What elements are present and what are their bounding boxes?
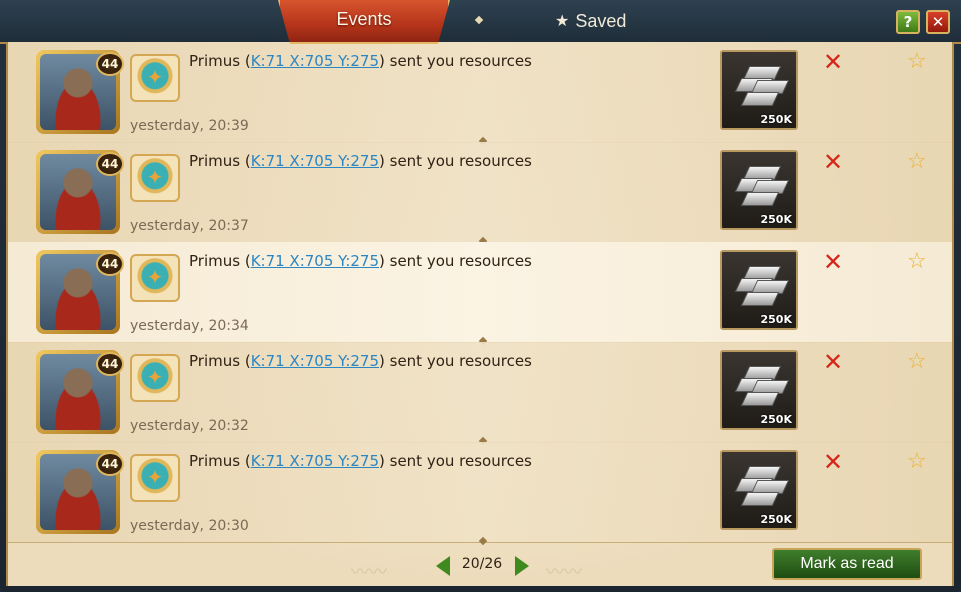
mark-as-read-button[interactable]: Mark as read: [772, 548, 922, 580]
ingot: [740, 92, 780, 106]
sender-name: Primus: [189, 352, 241, 370]
ingot: [740, 192, 780, 206]
coordinates-link[interactable]: K:71 X:705 Y:275: [251, 352, 379, 370]
coordinates-link[interactable]: K:71 X:705 Y:275: [251, 52, 379, 70]
eagle-icon: ✦: [146, 164, 164, 189]
page-indicator: 20/26: [461, 556, 503, 572]
silver-ingots-icon[interactable]: 250K: [720, 350, 798, 430]
eagle-icon: ✦: [146, 364, 164, 389]
star-outline-icon[interactable]: ☆: [907, 450, 927, 474]
message-text: ) sent you resources: [379, 152, 532, 170]
events-panel: 44 ✦ Primus (K:71 X:705 Y:275) sent you …: [6, 42, 954, 586]
silver-ingots-icon[interactable]: 250K: [720, 250, 798, 330]
coordinates-link[interactable]: K:71 X:705 Y:275: [251, 152, 379, 170]
event-row[interactable]: 44 ✦ Primus (K:71 X:705 Y:275) sent you …: [8, 142, 952, 246]
alliance-emblem-icon: ✦: [130, 254, 180, 302]
message-text: ) sent you resources: [379, 252, 532, 270]
message-text: ) sent you resources: [379, 352, 532, 370]
tab-saved-label: Saved: [575, 10, 627, 31]
ingot: [740, 392, 780, 406]
ingot: [740, 292, 780, 306]
event-time: yesterday, 20:32: [130, 418, 249, 434]
close-x-icon[interactable]: ✕: [823, 150, 843, 174]
help-icon: ?: [903, 13, 913, 31]
alliance-emblem-icon: ✦: [130, 454, 180, 502]
event-time: yesterday, 20:30: [130, 518, 249, 534]
close-x-icon[interactable]: ✕: [823, 350, 843, 374]
event-message: Primus (K:71 X:705 Y:275) sent you resou…: [189, 352, 532, 370]
sender-name: Primus: [189, 152, 241, 170]
star-outline-icon[interactable]: ☆: [907, 50, 927, 74]
ingot-stack: [734, 466, 790, 506]
close-x-icon[interactable]: ✕: [823, 450, 843, 474]
ingot: [740, 492, 780, 506]
eagle-icon: ✦: [146, 264, 164, 289]
mark-as-read-label: Mark as read: [800, 555, 894, 572]
close-button[interactable]: ✕: [926, 10, 950, 34]
resource-amount: 250K: [760, 313, 793, 326]
resource-amount: 250K: [760, 213, 793, 226]
sender-name: Primus: [189, 452, 241, 470]
event-row[interactable]: 44 ✦ Primus (K:71 X:705 Y:275) sent you …: [8, 442, 952, 546]
message-text: ) sent you resources: [379, 52, 532, 70]
decor-swirl-left: 〰〰: [351, 562, 387, 583]
ingot-stack: [734, 366, 790, 406]
event-row[interactable]: 44 ✦ Primus (K:71 X:705 Y:275) sent you …: [8, 342, 952, 446]
close-x-icon[interactable]: ✕: [823, 250, 843, 274]
ingot-stack: [734, 166, 790, 206]
sender-name: Primus: [189, 52, 241, 70]
tab-events[interactable]: Events: [278, 0, 450, 44]
star-icon: ★: [555, 13, 570, 30]
event-message: Primus (K:71 X:705 Y:275) sent you resou…: [189, 452, 532, 470]
event-message: Primus (K:71 X:705 Y:275) sent you resou…: [189, 252, 532, 270]
tab-events-label: Events: [336, 8, 392, 29]
level-badge: 44: [96, 452, 124, 476]
silver-ingots-icon[interactable]: 250K: [720, 150, 798, 230]
event-time: yesterday, 20:39: [130, 118, 249, 134]
event-row[interactable]: 44 ✦ Primus (K:71 X:705 Y:275) sent you …: [8, 42, 952, 146]
alliance-emblem-icon: ✦: [130, 154, 180, 202]
event-time: yesterday, 20:34: [130, 318, 249, 334]
event-message: Primus (K:71 X:705 Y:275) sent you resou…: [189, 52, 532, 70]
close-x-icon[interactable]: ✕: [823, 50, 843, 74]
resource-amount: 250K: [760, 413, 793, 426]
arrow-left-icon[interactable]: [436, 556, 450, 576]
resource-amount: 250K: [760, 513, 793, 526]
message-text: ) sent you resources: [379, 452, 532, 470]
silver-ingots-icon[interactable]: 250K: [720, 450, 798, 530]
event-time: yesterday, 20:37: [130, 218, 249, 234]
eagle-icon: ✦: [146, 64, 164, 89]
coordinates-link[interactable]: K:71 X:705 Y:275: [251, 452, 379, 470]
tab-saved[interactable]: ★ Saved: [555, 8, 626, 34]
ingot-stack: [734, 266, 790, 306]
level-badge: 44: [96, 252, 124, 276]
star-outline-icon[interactable]: ☆: [907, 250, 927, 274]
level-badge: 44: [96, 352, 124, 376]
star-outline-icon[interactable]: ☆: [907, 350, 927, 374]
level-badge: 44: [96, 152, 124, 176]
window-header: Events ★ Saved ? ✕: [0, 0, 961, 44]
decor-swirl-right: 〰〰: [546, 562, 582, 583]
eagle-icon: ✦: [146, 464, 164, 489]
arrow-right-icon[interactable]: [515, 556, 529, 576]
tab-separator: [474, 15, 484, 25]
level-badge: 44: [96, 52, 124, 76]
silver-ingots-icon[interactable]: 250K: [720, 50, 798, 130]
star-outline-icon[interactable]: ☆: [907, 150, 927, 174]
coordinates-link[interactable]: K:71 X:705 Y:275: [251, 252, 379, 270]
alliance-emblem-icon: ✦: [130, 354, 180, 402]
alliance-emblem-icon: ✦: [130, 54, 180, 102]
close-icon: ✕: [931, 13, 945, 31]
help-button[interactable]: ?: [896, 10, 920, 34]
events-window: Events ★ Saved ? ✕ 44 ✦ Primus (K:71 X:7…: [0, 0, 961, 592]
ingot-stack: [734, 66, 790, 106]
sender-name: Primus: [189, 252, 241, 270]
event-row[interactable]: 44 ✦ Primus (K:71 X:705 Y:275) sent you …: [8, 242, 952, 346]
resource-amount: 250K: [760, 113, 793, 126]
footer-bar: 〰〰 20/26 〰〰 Mark as read: [6, 544, 954, 586]
event-message: Primus (K:71 X:705 Y:275) sent you resou…: [189, 152, 532, 170]
